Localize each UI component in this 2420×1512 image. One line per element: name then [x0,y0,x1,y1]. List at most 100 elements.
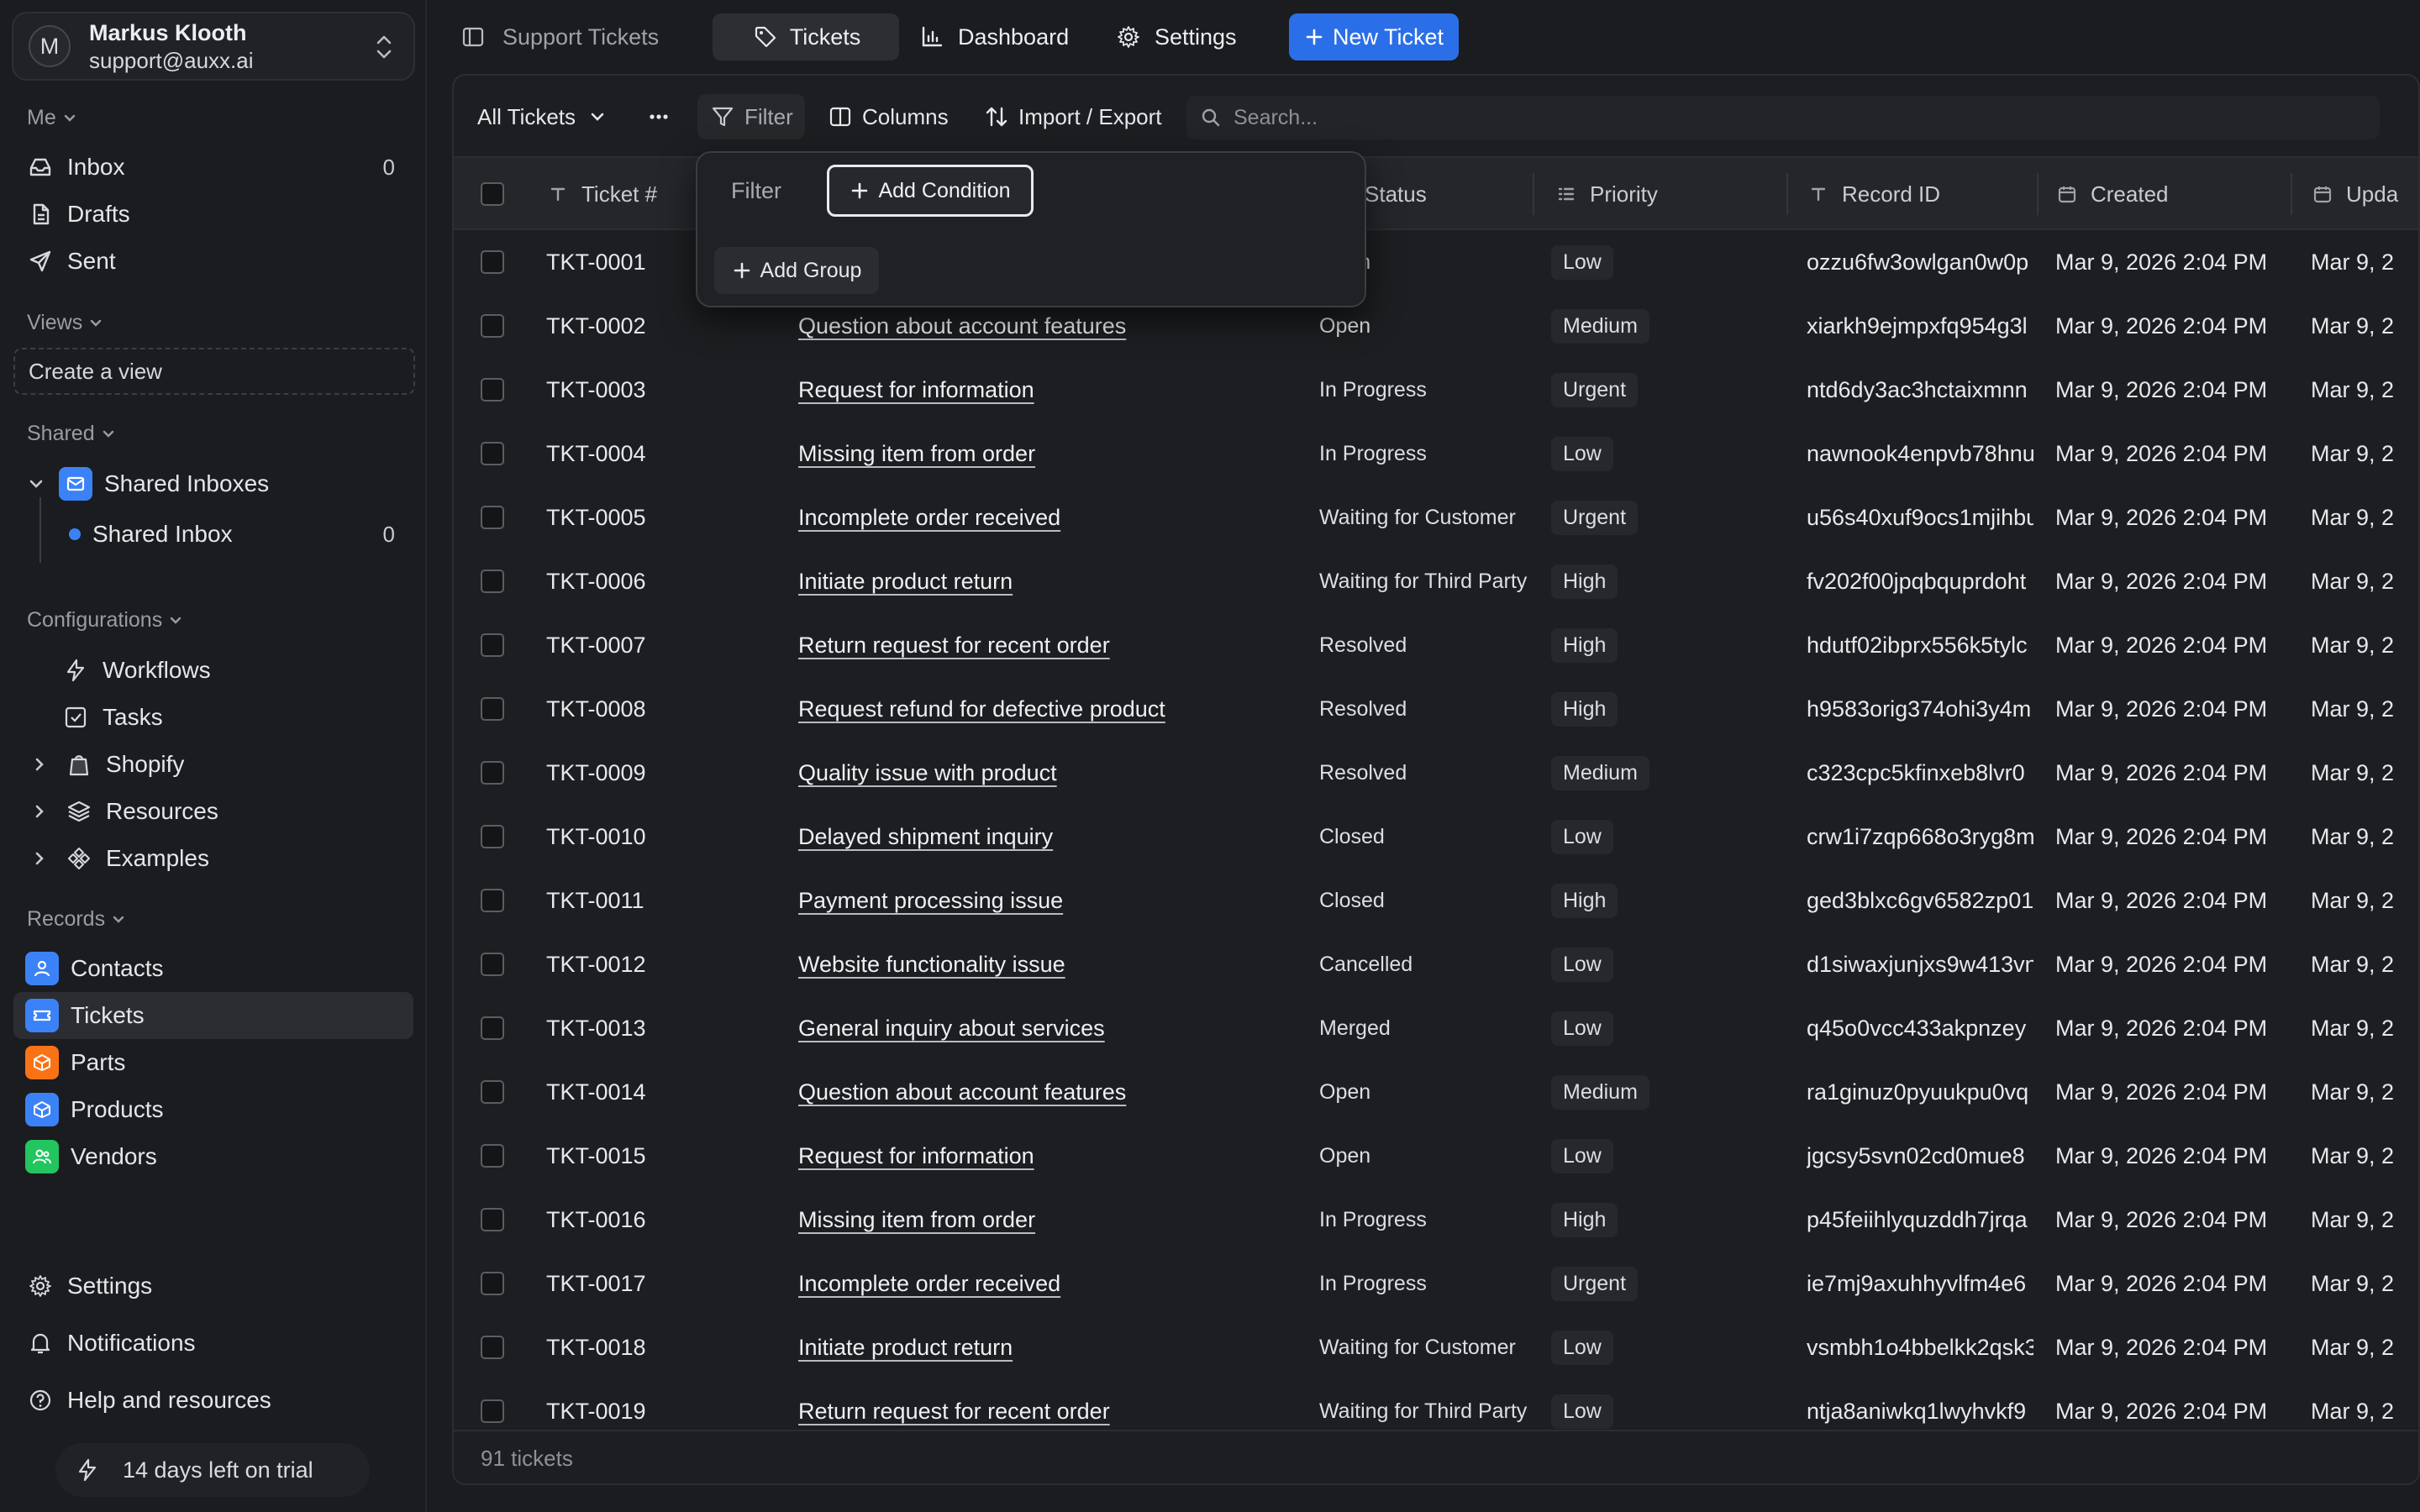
column-divider[interactable] [1786,173,1788,215]
ticket-number[interactable]: TKT-0013 [546,996,765,1060]
ticket-number[interactable]: TKT-0004 [546,422,765,486]
row-checkbox[interactable] [481,1315,514,1379]
column-header-ticket[interactable]: Ticket # [546,158,657,230]
sidebar-item-shared-inbox[interactable]: Shared Inbox 0 [13,511,413,558]
table-row[interactable]: TKT-0006 Initiate product return Waiting f… [454,549,2418,613]
sidebar-item-products[interactable]: Products [13,1086,413,1133]
section-records[interactable]: Records [27,907,127,932]
row-checkbox[interactable] [481,741,514,805]
column-header-updated[interactable]: Upda [2311,158,2398,230]
ticket-number[interactable]: TKT-0012 [546,932,765,996]
column-divider[interactable] [2291,173,2292,215]
ticket-number[interactable]: TKT-0015 [546,1124,765,1188]
sidebar-item-shopify[interactable]: Shopify [13,741,413,788]
section-me[interactable]: Me [27,106,78,130]
table-row[interactable]: TKT-0010 Delayed shipment inquiry Closed Lo… [454,805,2418,869]
row-checkbox[interactable] [481,613,514,677]
chevron-right-icon[interactable] [29,796,50,827]
ticket-subject-link[interactable]: Payment processing issue [798,869,1336,932]
row-checkbox[interactable] [481,869,514,932]
checkbox[interactable] [481,761,504,785]
row-checkbox[interactable] [481,358,514,422]
chevron-down-icon[interactable] [25,469,47,499]
checkbox[interactable] [481,1080,504,1104]
column-header-record-id[interactable]: Record ID [1807,158,1940,230]
create-view-button[interactable]: Create a view [13,348,415,395]
table-row[interactable]: TKT-0013 General inquiry about services Me… [454,996,2418,1060]
column-divider[interactable] [1533,173,1534,215]
ticket-number[interactable]: TKT-0006 [546,549,765,613]
ticket-subject-link[interactable]: Question about account features [798,1060,1336,1124]
ticket-number[interactable]: TKT-0014 [546,1060,765,1124]
ticket-subject-link[interactable]: Website functionality issue [798,932,1336,996]
table-row[interactable]: TKT-0017 Incomplete order received In Prog… [454,1252,2418,1315]
table-row[interactable]: TKT-0004 Missing item from order In Progre… [454,422,2418,486]
ticket-number[interactable]: TKT-0017 [546,1252,765,1315]
checkbox[interactable] [481,1144,504,1168]
checkbox[interactable] [481,1336,504,1359]
row-checkbox[interactable] [481,1124,514,1188]
ticket-subject-link[interactable]: Missing item from order [798,422,1336,486]
table-row[interactable]: TKT-0012 Website functionality issue Cance… [454,932,2418,996]
row-checkbox[interactable] [481,230,514,294]
column-header-created[interactable]: Created [2055,158,2169,230]
sidebar-item-drafts[interactable]: Drafts [13,191,413,238]
sidebar-item-contacts[interactable]: Contacts [13,945,413,992]
sidebar-item-tickets[interactable]: Tickets [13,992,413,1039]
ticket-subject-link[interactable]: Delayed shipment inquiry [798,805,1336,869]
ticket-subject-link[interactable]: Incomplete order received [798,1252,1336,1315]
row-checkbox[interactable] [481,677,514,741]
table-row[interactable]: TKT-0015 Request for information Open Low jg… [454,1124,2418,1188]
ticket-number[interactable]: TKT-0005 [546,486,765,549]
table-row[interactable]: TKT-0014 Question about account features O… [454,1060,2418,1124]
row-checkbox[interactable] [481,549,514,613]
section-configurations[interactable]: Configurations [27,608,184,633]
checkbox[interactable] [481,825,504,848]
chevron-right-icon[interactable] [29,843,50,874]
ticket-subject-link[interactable]: Missing item from order [798,1188,1336,1252]
sidebar-item-resources[interactable]: Resources [13,788,413,835]
checkbox[interactable] [481,314,504,338]
table-row[interactable]: TKT-0009 Quality issue with product Resolv… [454,741,2418,805]
row-checkbox[interactable] [481,932,514,996]
more-options-button[interactable] [645,94,672,139]
filter-button[interactable]: Filter [697,94,805,139]
column-header-status[interactable]: Status [1365,158,1427,230]
checkbox[interactable] [481,1208,504,1231]
table-row[interactable]: TKT-0011 Payment processing issue Closed Hi… [454,869,2418,932]
sidebar-item-inbox[interactable]: Inbox 0 [13,144,413,191]
sidebar-item-notifications[interactable]: Notifications [13,1320,413,1367]
add-condition-button[interactable]: Add Condition [827,165,1034,217]
ticket-subject-link[interactable]: Request for information [798,358,1336,422]
checkbox[interactable] [481,953,504,976]
ticket-number[interactable]: TKT-0003 [546,358,765,422]
new-ticket-button[interactable]: New Ticket [1289,13,1459,60]
sidebar-item-examples[interactable]: Examples [13,835,413,882]
ticket-number[interactable]: TKT-0010 [546,805,765,869]
checkbox[interactable] [481,889,504,912]
sidebar-item-sent[interactable]: Sent [13,238,413,285]
table-row[interactable]: TKT-0016 Missing item from order In Progre… [454,1188,2418,1252]
ticket-subject-link[interactable]: Quality issue with product [798,741,1336,805]
ticket-number[interactable]: TKT-0011 [546,869,765,932]
select-all-checkbox[interactable] [481,158,504,230]
checkbox[interactable] [481,506,504,529]
table-row[interactable]: TKT-0018 Initiate product return Waiting f… [454,1315,2418,1379]
row-checkbox[interactable] [481,1060,514,1124]
sidebar-item-help[interactable]: Help and resources [13,1377,413,1424]
checkbox[interactable] [481,633,504,657]
chevron-right-icon[interactable] [29,749,50,780]
ticket-subject-link[interactable]: Return request for recent order [798,613,1336,677]
search-input[interactable]: Search... [1186,96,2380,139]
sidebar-toggle[interactable]: Support Tickets [459,13,659,60]
table-row[interactable]: TKT-0008 Request refund for defective pro… [454,677,2418,741]
tab-settings[interactable]: Settings [1114,13,1237,60]
row-checkbox[interactable] [481,486,514,549]
sidebar-item-workflows[interactable]: Workflows [13,647,413,694]
checkbox[interactable] [481,1272,504,1295]
add-group-button[interactable]: Add Group [714,247,879,294]
checkbox[interactable] [481,570,504,593]
checkbox[interactable] [481,1399,504,1423]
column-header-priority[interactable]: Priority [1555,158,1658,230]
table-row[interactable]: TKT-0007 Return request for recent order R… [454,613,2418,677]
